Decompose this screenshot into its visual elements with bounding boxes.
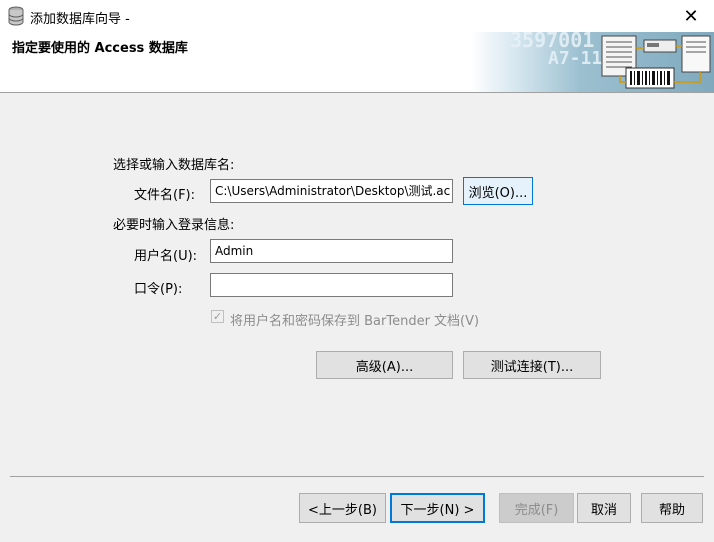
finish-button[interactable]: 完成(F) — [499, 493, 574, 523]
wizard-header: 指定要使用的 Access 数据库 3597001 A7-118 — [0, 32, 714, 92]
save-credentials-checkbox[interactable]: ✓ — [211, 310, 224, 323]
file-name-label: 文件名(F): — [134, 188, 196, 203]
help-button[interactable]: 帮助 — [641, 493, 703, 523]
window-title: 添加数据库向导 - — [30, 12, 130, 27]
page-title: 指定要使用的 Access 数据库 — [12, 41, 188, 56]
password-label: 口令(P): — [134, 282, 183, 297]
back-button[interactable]: <上一步(B) — [299, 493, 386, 523]
database-section-label: 选择或输入数据库名: — [113, 158, 235, 173]
advanced-button[interactable]: 高级(A)... — [316, 351, 453, 379]
user-name-input[interactable]: Admin — [210, 239, 453, 263]
barcode-server-icon — [601, 35, 711, 89]
close-icon: ✕ — [683, 5, 699, 27]
database-icon — [8, 6, 24, 26]
login-section-label: 必要时输入登录信息: — [113, 218, 235, 233]
banner-illustration: 3597001 A7-118 — [470, 32, 714, 92]
close-button[interactable]: ✕ — [668, 0, 714, 32]
file-name-input[interactable]: C:\Users\Administrator\Desktop\测试.ac — [210, 179, 453, 203]
test-connection-button[interactable]: 测试连接(T)... — [463, 351, 601, 379]
next-button[interactable]: 下一步(N) > — [390, 493, 485, 523]
user-name-label: 用户名(U): — [134, 249, 198, 264]
title-bar: 添加数据库向导 - ✕ — [0, 0, 714, 32]
password-input[interactable] — [210, 273, 453, 297]
footer-divider — [10, 476, 704, 477]
save-credentials-label: 将用户名和密码保存到 BarTender 文档(V) — [230, 314, 480, 329]
header-divider — [0, 92, 714, 93]
cancel-button[interactable]: 取消 — [577, 493, 631, 523]
browse-button[interactable]: 浏览(O)... — [463, 177, 533, 205]
